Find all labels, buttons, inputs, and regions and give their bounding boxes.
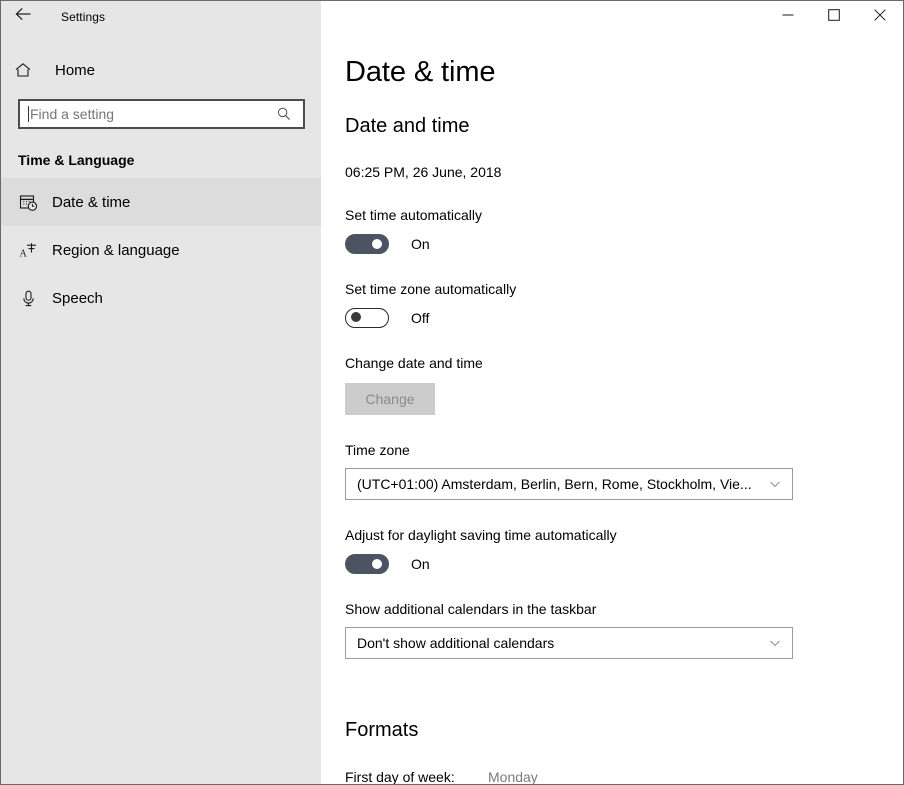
row-set-timezone-automatically: Off: [345, 308, 903, 328]
sidebar-group-title: Time & Language: [18, 152, 135, 168]
time-zone-value: (UTC+01:00) Amsterdam, Berlin, Bern, Rom…: [357, 476, 752, 492]
label-change-date-and-time: Change date and time: [345, 355, 483, 371]
toggle-knob: [372, 239, 382, 249]
toggle-state-daylight-saving: On: [411, 556, 430, 572]
sidebar-item-home[interactable]: Home: [1, 50, 321, 90]
sidebar-item-region-language[interactable]: A Region & language: [1, 226, 321, 274]
additional-calendars-value: Don't show additional calendars: [357, 635, 555, 651]
change-date-time-button[interactable]: Change: [345, 383, 435, 415]
minimize-icon: [782, 8, 794, 26]
page-title: Date & time: [345, 56, 496, 88]
window-title: Settings: [61, 9, 106, 24]
sidebar-item-label: Date & time: [52, 193, 131, 211]
toggle-set-time-automatically[interactable]: [345, 234, 389, 254]
svg-text:A: A: [19, 248, 27, 259]
close-icon: [874, 8, 886, 26]
maximize-button[interactable]: [811, 1, 857, 32]
window-body: Home Find a setting Time & Language Date…: [1, 1, 903, 785]
sidebar-item-date-time[interactable]: Date & time: [1, 178, 321, 226]
calendar-clock-icon: [18, 193, 38, 212]
format-value: Monday: [488, 768, 538, 785]
additional-calendars-dropdown[interactable]: Don't show additional calendars: [345, 627, 793, 659]
time-zone-dropdown[interactable]: (UTC+01:00) Amsterdam, Berlin, Bern, Rom…: [345, 468, 793, 500]
home-icon: [14, 61, 40, 79]
search-input[interactable]: Find a setting: [18, 99, 305, 129]
toggle-state-set-time-automatically: On: [411, 236, 430, 252]
sidebar-item-label: Speech: [52, 289, 103, 307]
back-arrow-icon: [14, 6, 33, 27]
chevron-down-icon: [768, 477, 782, 491]
toggle-knob: [372, 559, 382, 569]
label-daylight-saving: Adjust for daylight saving time automati…: [345, 527, 617, 543]
close-button[interactable]: [857, 1, 903, 32]
row-set-time-automatically: On: [345, 234, 903, 254]
label-set-timezone-automatically: Set time zone automatically: [345, 281, 517, 297]
sidebar-home-label: Home: [55, 61, 96, 79]
sidebar-nav-list: Date & time A Region & language Speech: [1, 178, 321, 322]
section-heading-formats: Formats: [345, 719, 419, 741]
title-bar-left: Settings: [1, 1, 321, 32]
current-datetime-text: 06:25 PM, 26 June, 2018: [345, 164, 502, 180]
toggle-set-timezone-automatically[interactable]: [345, 308, 389, 328]
minimize-button[interactable]: [765, 1, 811, 32]
sidebar-item-speech[interactable]: Speech: [1, 274, 321, 322]
sidebar: Home Find a setting Time & Language Date…: [1, 1, 321, 784]
table-row: First day of week: Monday: [345, 764, 903, 785]
microphone-icon: [18, 289, 38, 308]
settings-window: Home Find a setting Time & Language Date…: [0, 0, 904, 785]
toggle-daylight-saving[interactable]: [345, 554, 389, 574]
formats-table: First day of week: Monday Short date: 26…: [345, 764, 903, 785]
main-content: Date & time Date and time 06:25 PM, 26 J…: [321, 1, 903, 785]
sidebar-item-label: Region & language: [52, 241, 180, 259]
toggle-knob: [351, 312, 361, 322]
back-button[interactable]: [1, 1, 45, 32]
title-bar: Settings: [1, 1, 903, 32]
format-key: First day of week:: [345, 768, 455, 785]
label-set-time-automatically: Set time automatically: [345, 207, 482, 223]
chevron-down-icon: [768, 636, 782, 650]
row-daylight-saving: On: [345, 554, 903, 574]
maximize-icon: [828, 8, 840, 26]
search-placeholder: Find a setting: [30, 106, 115, 122]
search-icon[interactable]: [276, 106, 297, 122]
toggle-state-set-timezone-automatically: Off: [411, 310, 430, 326]
language-character-icon: A: [18, 241, 38, 260]
section-heading-date-and-time: Date and time: [345, 115, 470, 137]
label-time-zone: Time zone: [345, 442, 410, 458]
window-controls: [321, 1, 903, 32]
label-additional-calendars: Show additional calendars in the taskbar: [345, 601, 597, 617]
